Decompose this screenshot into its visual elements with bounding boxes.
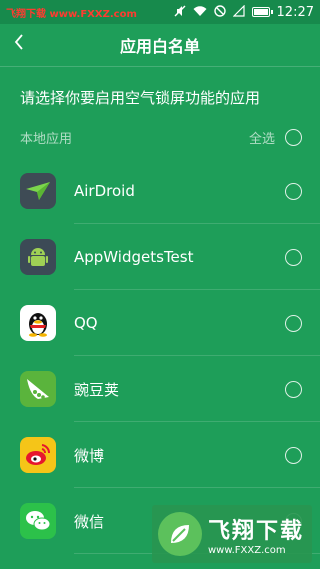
app-name: 豌豆荚 [74,380,120,399]
no-sim-icon [232,4,245,20]
select-all-radio[interactable] [285,128,302,146]
app-row-weibo[interactable]: 微博 [0,422,320,488]
watermark-brand: 飞翔下载 [208,518,305,544]
watermark-logo: 飞翔下载 www.FXXZ.com [152,505,312,563]
page-title: 应用白名单 [119,37,200,56]
wifi-icon [193,5,207,20]
app-radio[interactable] [285,248,302,266]
chevron-left-icon[interactable] [14,32,24,56]
app-name: 微博 [74,446,105,465]
app-radio[interactable] [285,182,302,200]
android-icon [20,239,56,275]
section-label: 本地应用 [20,131,73,147]
app-row-appwidgetstest[interactable]: AppWidgetsTest [0,224,320,290]
battery-icon [251,7,273,17]
status-bar: 飞翔下载 www.FXXZ.com 12:27 [0,0,320,24]
app-radio[interactable] [285,446,302,464]
app-name: AppWidgetsTest [74,248,194,266]
app-name: AirDroid [74,182,135,200]
watermark-leaf-icon [158,512,202,556]
mute-icon [174,5,186,20]
app-name: QQ [74,314,98,332]
app-radio[interactable] [285,380,302,398]
section-header: 本地应用 全选 [0,122,320,152]
app-row-wandoujia[interactable]: 豌豆荚 [0,356,320,422]
qq-penguin-icon [20,305,56,341]
app-radio[interactable] [285,314,302,332]
app-row-qq[interactable]: QQ [0,290,320,356]
signal-off-icon [213,4,226,20]
description-text: 请选择你要启用空气锁屏功能的应用 [20,89,261,107]
app-row-airdroid[interactable]: AirDroid [0,158,320,224]
weibo-icon [20,437,56,473]
app-list: AirDroid AppWidgetsTest QQ 豌豆荚 微博 微信 [0,158,320,554]
wandoujia-icon [20,371,56,407]
status-time: 12:27 [276,4,314,20]
select-all-label: 全选 [248,131,275,147]
title-bar: 应用白名单 [0,24,320,66]
status-watermark-text: 飞翔下载 www.FXXZ.com [6,8,137,20]
select-all-toggle[interactable]: 全选 [249,128,302,147]
airdroid-icon [20,173,56,209]
watermark-url: www.FXXZ.com [208,544,286,556]
wechat-icon [20,503,56,539]
